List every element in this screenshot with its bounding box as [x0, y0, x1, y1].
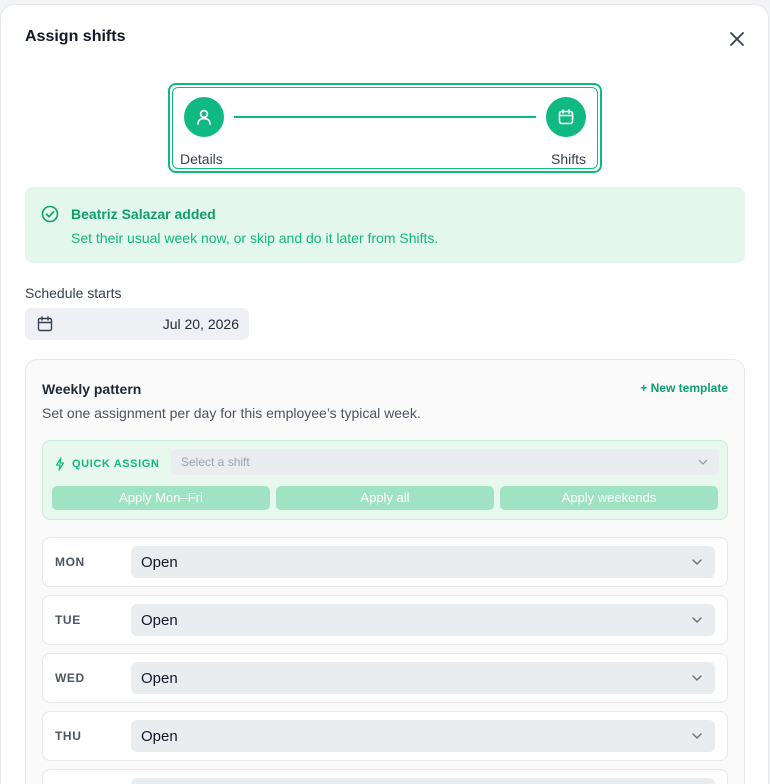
day-label: THU: [55, 729, 82, 743]
step-details[interactable]: [184, 97, 224, 137]
schedule-start-date: Jul 20, 2026: [162, 316, 239, 332]
day-row-wed: WED Open: [42, 653, 728, 703]
day-shift-select-thu[interactable]: Open: [131, 720, 715, 752]
calendar-icon: [37, 316, 53, 332]
weekly-pattern-subtitle: Set one assignment per day for this empl…: [42, 405, 421, 421]
weekly-pattern-title: Weekly pattern: [42, 381, 142, 397]
day-shift-value: Open: [141, 554, 178, 571]
chevron-down-icon: [698, 459, 708, 465]
quick-assign-shift-select[interactable]: Select a shift: [171, 449, 719, 475]
chevron-down-icon: [692, 617, 702, 623]
quick-assign-panel: QUICK ASSIGN Select a shift Apply Mon–Fr…: [42, 440, 728, 520]
day-shift-select-wed[interactable]: Open: [131, 662, 715, 694]
day-shift-select-fri[interactable]: [131, 778, 715, 784]
step-details-label: Details: [180, 151, 223, 167]
apply-all-button[interactable]: Apply all: [276, 486, 494, 510]
apply-weekends-button[interactable]: Apply weekends: [500, 486, 718, 510]
alert-title: Beatriz Salazar added: [71, 206, 216, 222]
day-shift-value: Open: [141, 728, 178, 745]
day-label: MON: [55, 555, 85, 569]
user-icon: [197, 109, 211, 125]
quick-assign-label: QUICK ASSIGN: [72, 458, 160, 470]
step-shifts[interactable]: [546, 97, 586, 137]
day-label: TUE: [55, 613, 81, 627]
chevron-down-icon: [692, 675, 702, 681]
weekly-pattern-card: Weekly pattern + New template Set one as…: [25, 359, 745, 784]
step-shifts-label: Shifts: [550, 151, 586, 167]
stepper-connector: [234, 116, 536, 118]
bolt-icon: [55, 457, 65, 471]
check-circle-icon: [41, 205, 59, 223]
assign-shifts-modal: Assign shifts Details Shifts Beatriz Sal…: [0, 4, 769, 784]
close-icon: [730, 32, 744, 46]
day-row-mon: MON Open: [42, 537, 728, 587]
calendar-icon: [558, 109, 574, 125]
modal-header: Assign shifts: [25, 28, 748, 52]
schedule-start-date-picker[interactable]: Jul 20, 2026: [25, 308, 249, 340]
stepper-focus-ring: [172, 87, 598, 169]
day-label: WED: [55, 671, 85, 685]
day-shift-value: Open: [141, 670, 178, 687]
apply-mon-fri-button[interactable]: Apply Mon–Fri: [52, 486, 270, 510]
day-row-tue: TUE Open: [42, 595, 728, 645]
day-shift-select-mon[interactable]: Open: [131, 546, 715, 578]
modal-title: Assign shifts: [25, 28, 126, 45]
quick-assign-placeholder: Select a shift: [181, 455, 250, 469]
new-template-link[interactable]: + New template: [640, 381, 728, 395]
chevron-down-icon: [692, 559, 702, 565]
success-alert: Beatriz Salazar added Set their usual we…: [25, 187, 745, 263]
stepper: Details Shifts: [168, 83, 602, 173]
day-shift-select-tue[interactable]: Open: [131, 604, 715, 636]
day-shift-value: Open: [141, 612, 178, 629]
close-button[interactable]: [726, 28, 748, 50]
alert-message: Set their usual week now, or skip and do…: [71, 230, 439, 246]
chevron-down-icon: [692, 733, 702, 739]
day-row-thu: THU Open: [42, 711, 728, 761]
day-row-fri: [42, 769, 728, 784]
schedule-starts-label: Schedule starts: [25, 285, 122, 301]
